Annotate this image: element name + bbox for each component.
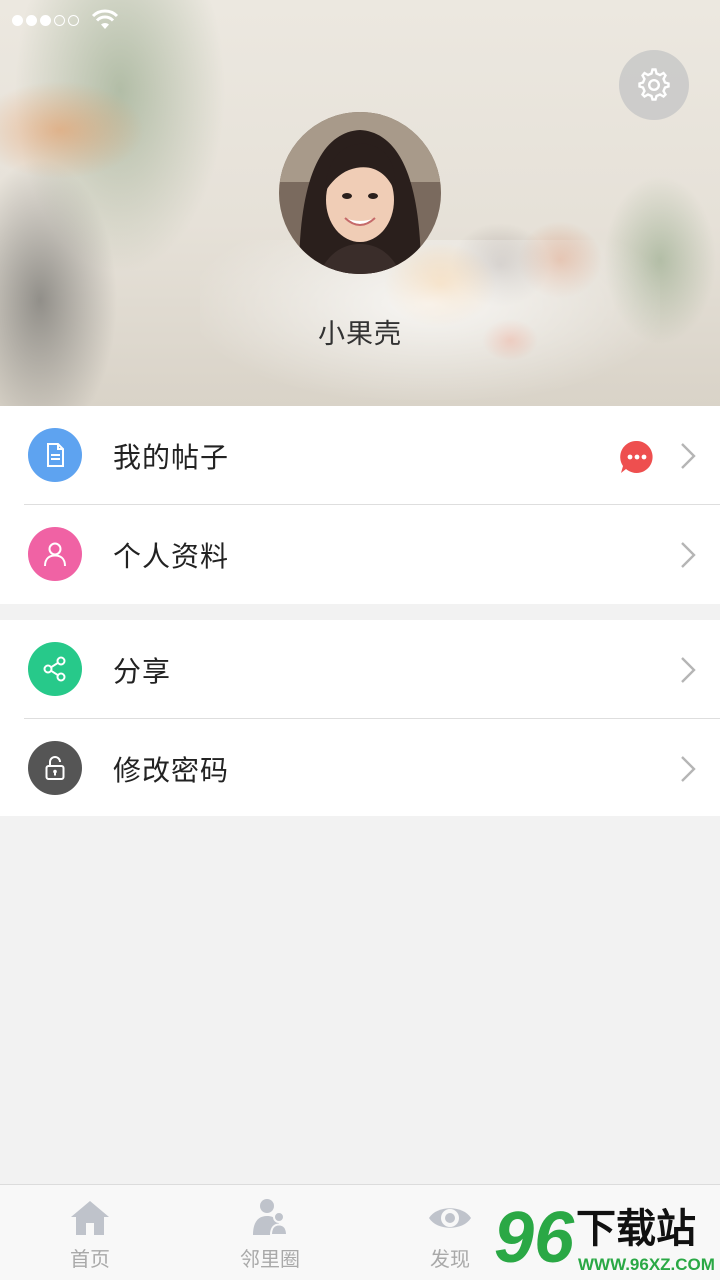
home-icon — [71, 1201, 109, 1235]
new-message-badge — [620, 440, 654, 474]
chevron-right-icon — [680, 442, 696, 470]
watermark-logo: 96 下载站 WWW.96XZ.COM — [494, 1196, 716, 1276]
tab-label: 邻里圈 — [240, 1247, 300, 1271]
settings-button[interactable] — [619, 50, 689, 120]
menu-label: 我的帖子 — [113, 441, 230, 474]
menu-item-my-posts[interactable]: 我的帖子 — [0, 406, 720, 504]
menu-group-account: 我的帖子 个人资料 — [0, 406, 720, 604]
menu-item-change-password[interactable]: 修改密码 — [24, 718, 720, 816]
document-icon — [28, 428, 82, 482]
eye-icon — [429, 1208, 471, 1228]
lock-icon — [28, 741, 82, 795]
person-icon — [28, 527, 82, 581]
svg-text:96: 96 — [494, 1198, 575, 1276]
tab-home[interactable]: 首页 — [0, 1185, 180, 1280]
avatar[interactable] — [279, 112, 441, 274]
chat-bubble-icon — [620, 440, 653, 473]
wifi-icon — [91, 9, 119, 29]
share-icon — [28, 642, 82, 696]
menu-item-share[interactable]: 分享 — [0, 620, 720, 718]
chevron-right-icon — [680, 656, 696, 684]
avatar-photo — [279, 112, 441, 274]
tab-label: 首页 — [70, 1247, 110, 1271]
chevron-right-icon — [680, 541, 696, 569]
chevron-right-icon — [680, 755, 696, 783]
menu-group-actions: 分享 修改密码 — [0, 620, 720, 816]
signal-strength-icon — [12, 14, 79, 26]
profile-header: 小果壳 — [0, 0, 720, 406]
tab-neighborhood[interactable]: 邻里圈 — [180, 1185, 360, 1280]
svg-text:WWW.96XZ.COM: WWW.96XZ.COM — [578, 1255, 715, 1274]
username: 小果壳 — [318, 319, 402, 350]
menu-item-profile[interactable]: 个人资料 — [24, 504, 720, 602]
menu-label: 个人资料 — [113, 540, 230, 573]
tab-label: 发现 — [430, 1247, 470, 1271]
gear-icon — [638, 68, 670, 101]
menu-label: 分享 — [113, 655, 172, 688]
svg-text:下载站: 下载站 — [576, 1206, 696, 1252]
status-bar — [0, 0, 720, 40]
menu-label: 修改密码 — [113, 754, 230, 787]
people-icon — [253, 1199, 289, 1236]
